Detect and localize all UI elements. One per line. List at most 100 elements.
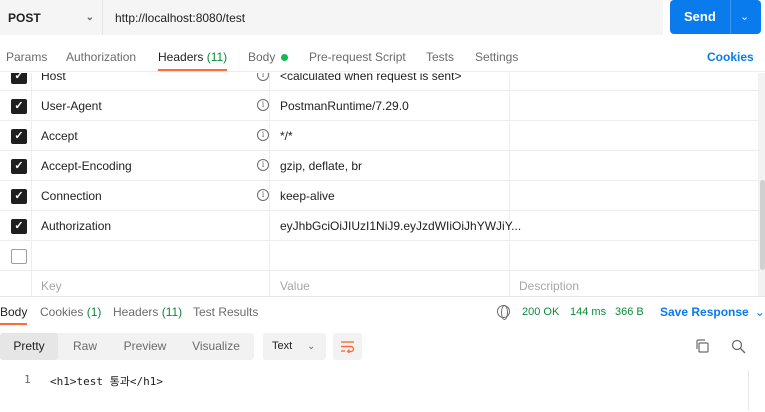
code-line[interactable]: <h1>test 통과</h1> [50, 373, 163, 389]
header-description[interactable] [510, 91, 758, 120]
header-description[interactable] [510, 151, 758, 180]
header-value[interactable]: gzip, deflate, br [280, 159, 362, 173]
chevron-down-icon: ⌄ [85, 12, 94, 23]
header-value[interactable]: eyJhbGciOiJIUzI1NiJ9.eyJzdWIiOiJhYWJiY..… [280, 219, 521, 233]
header-description[interactable] [510, 211, 758, 240]
header-key[interactable]: Connection [41, 189, 102, 203]
header-value[interactable]: */* [280, 129, 293, 143]
view-mode-selector: Pretty Raw Preview Visualize [0, 333, 254, 360]
tab-headers-count: (11) [206, 50, 228, 64]
headers-scrollbar-thumb[interactable] [760, 180, 765, 270]
tab-body[interactable]: Body [248, 50, 289, 64]
cookies-link[interactable]: Cookies [707, 50, 754, 64]
tab-body-label: Body [248, 50, 276, 64]
status-code[interactable]: 200 OK [522, 306, 559, 318]
method-select[interactable]: POST ⌄ [0, 0, 103, 35]
url-input[interactable]: http://localhost:8080/test [103, 0, 663, 35]
format-select[interactable]: Text ⌄ [263, 333, 326, 360]
tab-test-results[interactable]: Test Results [193, 305, 258, 319]
header-row: ✓ Accept i */* [0, 121, 758, 151]
header-value[interactable]: <calculated when request is sent> [280, 73, 461, 83]
header-checkbox[interactable]: ✓ [11, 219, 27, 234]
header-key[interactable]: Host [41, 73, 66, 83]
wrap-lines-icon [341, 341, 355, 353]
tab-cookies-label: Cookies [40, 305, 84, 319]
send-divider [730, 0, 731, 34]
tab-cookies-count: (1) [86, 305, 102, 319]
info-icon[interactable]: i [257, 99, 269, 111]
tab-resp-headers-count: (11) [161, 305, 183, 319]
chevron-down-icon: ⌄ [754, 305, 765, 319]
request-bar: POST ⌄ http://localhost:8080/test Send ⌄ [0, 0, 765, 36]
view-visualize[interactable]: Visualize [178, 333, 254, 360]
send-options-chevron-icon[interactable]: ⌄ [740, 10, 749, 23]
line-number: 1 [24, 373, 31, 386]
header-checkbox[interactable]: ✓ [11, 189, 27, 204]
view-raw[interactable]: Raw [58, 333, 112, 360]
header-key[interactable]: Accept-Encoding [41, 159, 132, 173]
header-checkbox[interactable]: ✓ [11, 73, 27, 84]
header-row: ✓ Host i <calculated when request is sent… [0, 73, 758, 91]
body-indicator-dot [281, 54, 289, 62]
header-checkbox[interactable] [11, 249, 27, 264]
tab-response-headers[interactable]: Headers (11) [113, 305, 182, 319]
info-icon[interactable]: i [257, 129, 269, 141]
tab-params[interactable]: Params [6, 50, 47, 64]
tab-response-body[interactable]: Body [0, 305, 28, 325]
tab-authorization[interactable]: Authorization [66, 50, 136, 64]
chevron-down-icon: ⌄ [307, 341, 316, 352]
header-checkbox[interactable]: ✓ [11, 159, 27, 174]
format-label: Text [272, 340, 293, 352]
header-key[interactable]: User-Agent [41, 99, 102, 113]
tab-settings[interactable]: Settings [475, 50, 518, 64]
save-response-label: Save Response [660, 305, 749, 319]
header-value[interactable] [270, 241, 510, 270]
request-tabs: Params Authorization Headers (11) Body P… [0, 46, 765, 72]
header-description[interactable] [510, 73, 758, 90]
header-row: ✓ User-Agent i PostmanRuntime/7.29.0 [0, 91, 758, 121]
response-tabs: Body Cookies (1) Headers (11) Test Resul… [0, 296, 765, 326]
new-description-input[interactable]: Description [519, 279, 579, 293]
header-description[interactable] [510, 241, 758, 270]
response-body-editor[interactable]: 1 <h1>test 통과</h1> [0, 366, 765, 412]
send-label: Send [684, 9, 716, 24]
header-description[interactable] [510, 181, 758, 210]
header-row: ✓ Connection i keep-alive [0, 181, 758, 211]
response-toolbar: Pretty Raw Preview Visualize Text ⌄ [0, 332, 765, 362]
tab-headers[interactable]: Headers (11) [158, 50, 228, 71]
globe-icon[interactable] [497, 305, 510, 320]
wrap-lines-button[interactable] [333, 333, 362, 360]
tab-headers-label: Headers [158, 50, 204, 64]
view-preview[interactable]: Preview [112, 333, 178, 360]
method-label: POST [8, 10, 41, 25]
header-key[interactable]: Accept [41, 129, 78, 143]
response-size[interactable]: 366 B [615, 306, 644, 318]
response-time[interactable]: 144 ms [570, 306, 606, 318]
header-value[interactable]: PostmanRuntime/7.29.0 [280, 99, 409, 113]
info-icon[interactable]: i [257, 73, 269, 81]
info-icon[interactable]: i [257, 159, 269, 171]
header-key[interactable]: Authorization [41, 219, 111, 233]
copy-icon[interactable] [695, 339, 709, 353]
header-description[interactable] [510, 121, 758, 150]
info-icon[interactable]: i [257, 189, 269, 201]
header-row-new: Key Value Description [0, 271, 758, 296]
tab-resp-headers-label: Headers [113, 305, 159, 319]
header-row: ✓ Authorization eyJhbGciOiJIUzI1NiJ9.eyJ… [0, 211, 758, 241]
view-pretty[interactable]: Pretty [0, 333, 58, 360]
send-button[interactable]: Send ⌄ [670, 0, 761, 34]
search-icon[interactable] [731, 339, 746, 354]
new-key-input[interactable]: Key [41, 279, 62, 293]
save-response-button[interactable]: Save Response ⌄ [660, 305, 765, 319]
header-checkbox[interactable]: ✓ [11, 99, 27, 114]
header-key[interactable] [32, 241, 270, 270]
editor-scrollbar[interactable] [748, 370, 749, 410]
tab-pre-request-script[interactable]: Pre-request Script [309, 50, 406, 64]
header-checkbox[interactable]: ✓ [11, 129, 27, 144]
header-value[interactable]: keep-alive [280, 189, 335, 203]
new-value-input[interactable]: Value [280, 279, 310, 293]
header-row-empty [0, 241, 758, 271]
tab-tests[interactable]: Tests [426, 50, 454, 64]
tab-response-cookies[interactable]: Cookies (1) [40, 305, 101, 319]
headers-table: ✓ Host i <calculated when request is sent… [0, 73, 758, 296]
